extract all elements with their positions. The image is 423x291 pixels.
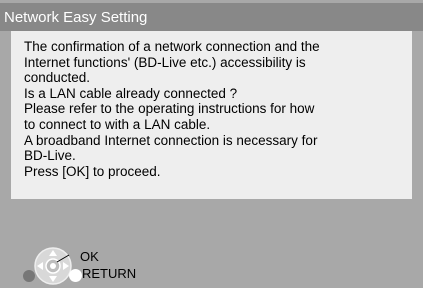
return-hint-label: RETURN — [82, 266, 137, 281]
message-line: Please refer to the operating instructio… — [24, 101, 315, 117]
message-box: The confirmation of a network connection… — [11, 31, 412, 199]
message-line: BD-Live. — [24, 148, 76, 164]
message-text: The confirmation of a network connection… — [24, 39, 320, 179]
message-line: Is a LAN cable already connected ? — [24, 85, 238, 101]
ok-hint-label: OK — [80, 249, 99, 264]
network-setting-dialog: Network Easy Setting The confirmation of… — [0, 0, 423, 288]
dpad-icon[interactable] — [33, 246, 73, 291]
message-line: Press [OK] to proceed. — [24, 163, 161, 179]
return-button-icon[interactable] — [69, 269, 82, 282]
message-line: to connect to with a LAN cable. — [24, 116, 211, 132]
message-line: The confirmation of a network connection… — [24, 39, 320, 54]
message-line: Internet functions' (BD-Live etc.) acces… — [24, 54, 306, 70]
message-line: A broadband Internet connection is neces… — [24, 132, 318, 148]
title-bar: Network Easy Setting — [0, 3, 423, 31]
message-line: conducted. — [24, 70, 91, 86]
dialog-title: Network Easy Setting — [4, 9, 148, 26]
remote-control-hints: OK RETURN — [0, 240, 200, 288]
tv-screen: Network Easy Setting The confirmation of… — [0, 0, 423, 288]
